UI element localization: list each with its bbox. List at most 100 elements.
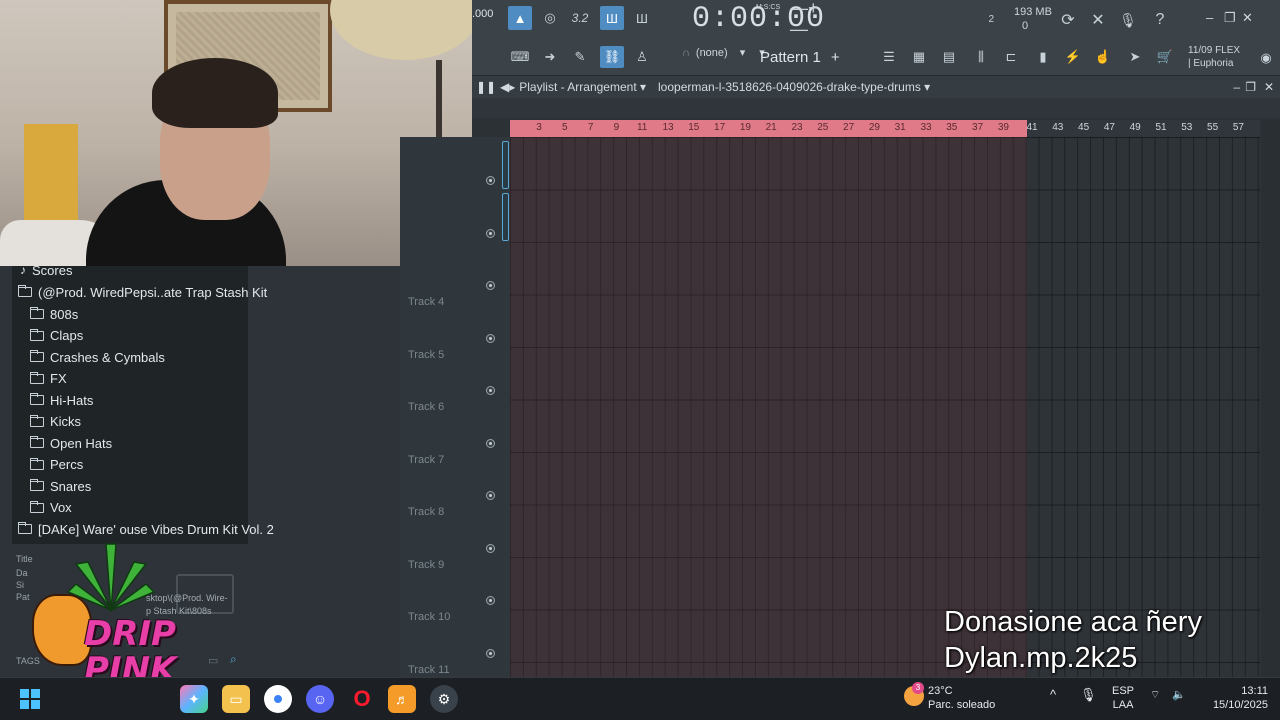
channel-select[interactable]: ∩ (none) ▾ ▾ bbox=[682, 46, 765, 60]
browser-folder[interactable]: Crashes & Cymbals bbox=[30, 347, 165, 367]
touch-icon[interactable]: ☝ bbox=[1092, 46, 1114, 68]
track-mute-icon[interactable] bbox=[486, 281, 495, 290]
flex-news[interactable]: 11/09 FLEX | Euphoria bbox=[1188, 44, 1240, 70]
opera-icon[interactable]: O bbox=[348, 685, 376, 713]
track-mute-icon[interactable] bbox=[486, 543, 495, 553]
browser-folder[interactable]: Vox bbox=[30, 498, 72, 518]
track-name[interactable]: Track 8 bbox=[408, 506, 444, 518]
folder-icon bbox=[30, 436, 44, 448]
globe-icon[interactable]: ◉ bbox=[1256, 48, 1276, 68]
browser-scores[interactable]: ♪ Scores bbox=[20, 260, 72, 280]
playlist-title[interactable]: ◀▸ Playlist - Arrangement ▾ bbox=[500, 80, 646, 94]
discord-icon[interactable]: ☺ bbox=[306, 685, 334, 713]
wifi-icon[interactable]: ⌔ bbox=[1150, 688, 1160, 702]
step-edit-icon[interactable]: Ш bbox=[600, 6, 624, 30]
track-name[interactable]: Track 9 bbox=[408, 559, 444, 571]
tempo-display[interactable]: .000 bbox=[472, 8, 500, 30]
tools-icon[interactable]: ✕ bbox=[1086, 8, 1110, 32]
track-name[interactable]: Track 10 bbox=[408, 611, 450, 623]
browser-kit-1[interactable]: (@Prod. WiredPepsi..ate Trap Stash Kit bbox=[18, 282, 267, 302]
ruler-tick: 37 bbox=[972, 122, 984, 133]
keyboard-icon[interactable]: ⌨ bbox=[508, 46, 532, 68]
track-name[interactable]: Track 11 bbox=[408, 664, 450, 676]
track-name[interactable]: Track 7 bbox=[408, 454, 444, 466]
project-icon[interactable]: ▮ bbox=[1032, 46, 1054, 68]
track-name[interactable]: Track 6 bbox=[408, 401, 444, 413]
browser-icon[interactable]: ⊏ bbox=[1000, 46, 1022, 68]
browser-folder[interactable]: Percs bbox=[30, 455, 83, 475]
clock-time: 13:11 bbox=[1241, 685, 1268, 697]
screen: .000 ▲ ◎ 3.2 Ш Ш 0:00:00 M:S:CS —+— 2 19… bbox=[0, 0, 1280, 720]
channel-rack-icon[interactable]: ▤ bbox=[938, 46, 960, 68]
donation-line-1: Donasione aca ñery bbox=[944, 606, 1202, 638]
mic-tray-icon[interactable]: 🎙 bbox=[1080, 688, 1097, 702]
track-mute-icon[interactable] bbox=[486, 596, 495, 605]
cart-icon[interactable]: 🛒 bbox=[1154, 46, 1176, 68]
browser-folder[interactable]: FX bbox=[30, 369, 67, 389]
browser-folder[interactable]: 808s bbox=[30, 304, 78, 324]
pattern-selector[interactable]: Pattern 1 + bbox=[760, 46, 870, 68]
playlist-icon[interactable]: ☰ bbox=[878, 46, 900, 68]
browser-folder[interactable]: Kicks bbox=[30, 412, 81, 432]
track-name[interactable]: Track 4 bbox=[408, 296, 444, 308]
clip-marker[interactable] bbox=[502, 141, 509, 189]
plugin-icon[interactable]: ⚡ bbox=[1062, 46, 1084, 68]
vertical-scrollbar[interactable] bbox=[1262, 120, 1280, 677]
language-indicator[interactable]: ESP LAA bbox=[1112, 684, 1134, 712]
folder-icon bbox=[30, 457, 44, 470]
track-mute-icon[interactable] bbox=[486, 386, 495, 395]
track-name[interactable]: Track 5 bbox=[408, 349, 444, 361]
playlist-pattern[interactable]: looperman-l-3518626-0409026-drake-type-d… bbox=[658, 80, 930, 94]
arrow-right-icon[interactable]: ➜ bbox=[538, 46, 562, 68]
weather-widget[interactable]: 23°C Parc. soleado bbox=[928, 684, 995, 712]
restore-icon[interactable]: ❐ bbox=[1224, 10, 1236, 26]
app-settings-icon[interactable]: ⚙ bbox=[430, 685, 458, 713]
weather-icon[interactable]: 3 bbox=[904, 682, 924, 706]
copilot-icon[interactable]: ✦ bbox=[180, 685, 208, 713]
flex-date: 11/09 bbox=[1188, 45, 1213, 56]
mixer-icon[interactable]: ⫼ bbox=[970, 46, 992, 68]
refresh-icon[interactable]: ⟳ bbox=[1056, 8, 1080, 32]
piano-roll-icon[interactable]: ▦ bbox=[908, 46, 930, 68]
help-icon[interactable]: ? bbox=[1148, 8, 1172, 32]
close-icon[interactable]: ✕ bbox=[1242, 10, 1253, 26]
playlist-grid[interactable] bbox=[510, 137, 1260, 677]
countdown-icon[interactable]: 3.2 bbox=[568, 6, 592, 30]
browser-folder[interactable]: Snares bbox=[30, 476, 91, 496]
track-mute-icon[interactable] bbox=[486, 648, 495, 658]
chevron-up-icon[interactable]: ^ bbox=[1050, 688, 1056, 702]
chrome-icon[interactable] bbox=[264, 685, 292, 713]
minimize-icon[interactable]: – bbox=[1206, 10, 1213, 25]
metronome-icon[interactable]: ▲ bbox=[508, 6, 532, 30]
fl-studio-icon[interactable]: ♬ bbox=[388, 685, 416, 713]
loop-record-icon[interactable]: Ш bbox=[630, 6, 654, 30]
timeline-ruler[interactable]: 3 5 7 9 11 13 15 17 19 21 23 25 27 29 31 33 35 37 39 41 43 45… bbox=[510, 120, 1260, 137]
playlist-restore-icon[interactable]: ❐ bbox=[1245, 80, 1256, 94]
file-explorer-icon[interactable]: ▭ bbox=[222, 685, 250, 713]
browser-folder[interactable]: Hi-Hats bbox=[30, 390, 93, 410]
link-icon[interactable]: ⛓ bbox=[600, 46, 624, 68]
clip-marker[interactable] bbox=[502, 193, 509, 241]
browser-folder[interactable]: Claps bbox=[30, 326, 83, 346]
track-mute-icon[interactable] bbox=[486, 438, 495, 448]
playlist-minimize-icon[interactable]: – bbox=[1233, 80, 1240, 94]
search-icon[interactable]: ⌕ bbox=[230, 652, 237, 667]
wait-input-icon[interactable]: ◎ bbox=[538, 6, 562, 30]
send-icon[interactable]: ➤ bbox=[1124, 46, 1146, 68]
clock[interactable]: 13:11 15/10/2025 bbox=[1200, 684, 1268, 712]
track-mute-icon[interactable] bbox=[486, 333, 495, 343]
microphone-icon[interactable]: 🎙 bbox=[1116, 8, 1140, 32]
track-mute-icon[interactable] bbox=[486, 176, 495, 185]
volume-icon[interactable]: 🔈 bbox=[1172, 688, 1186, 702]
playlist-close-icon[interactable]: ✕ bbox=[1264, 80, 1274, 94]
pause-icon[interactable]: ❚❚ bbox=[476, 80, 496, 94]
stamp-icon[interactable]: ♙ bbox=[630, 46, 654, 68]
browser-folder[interactable]: Open Hats bbox=[30, 433, 112, 453]
folder-small-icon[interactable]: ▭ bbox=[208, 654, 218, 667]
ruler-tick: 31 bbox=[894, 122, 906, 133]
windows-start-icon[interactable] bbox=[16, 685, 44, 713]
ruler-tick: 33 bbox=[920, 122, 932, 133]
track-mute-icon[interactable] bbox=[486, 491, 495, 500]
brush-icon[interactable]: ✎ bbox=[568, 46, 592, 68]
track-mute-icon[interactable] bbox=[486, 228, 495, 238]
